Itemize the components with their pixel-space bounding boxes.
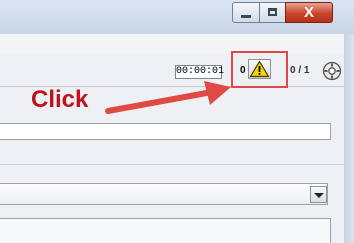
maximize-icon [268,8,277,16]
text-input-field[interactable] [0,123,331,140]
close-icon: X [303,4,314,21]
select-dropdown[interactable] [0,183,328,205]
click-annotation-label: Click [31,86,89,113]
close-button[interactable]: X [285,2,333,23]
chevron-down-icon [314,193,324,198]
dropdown-toggle-button[interactable] [310,186,327,203]
gear-icon[interactable] [322,61,342,81]
minimize-button[interactable] [232,2,260,23]
menu-strip [0,34,344,54]
window-right-border [344,34,354,243]
minimize-icon [241,15,251,18]
page-indicator: 0 / 1 [290,65,310,76]
maximize-button[interactable] [259,2,286,23]
annotation-arrow [105,81,231,114]
lower-panel [0,218,331,243]
section-divider [0,164,344,165]
